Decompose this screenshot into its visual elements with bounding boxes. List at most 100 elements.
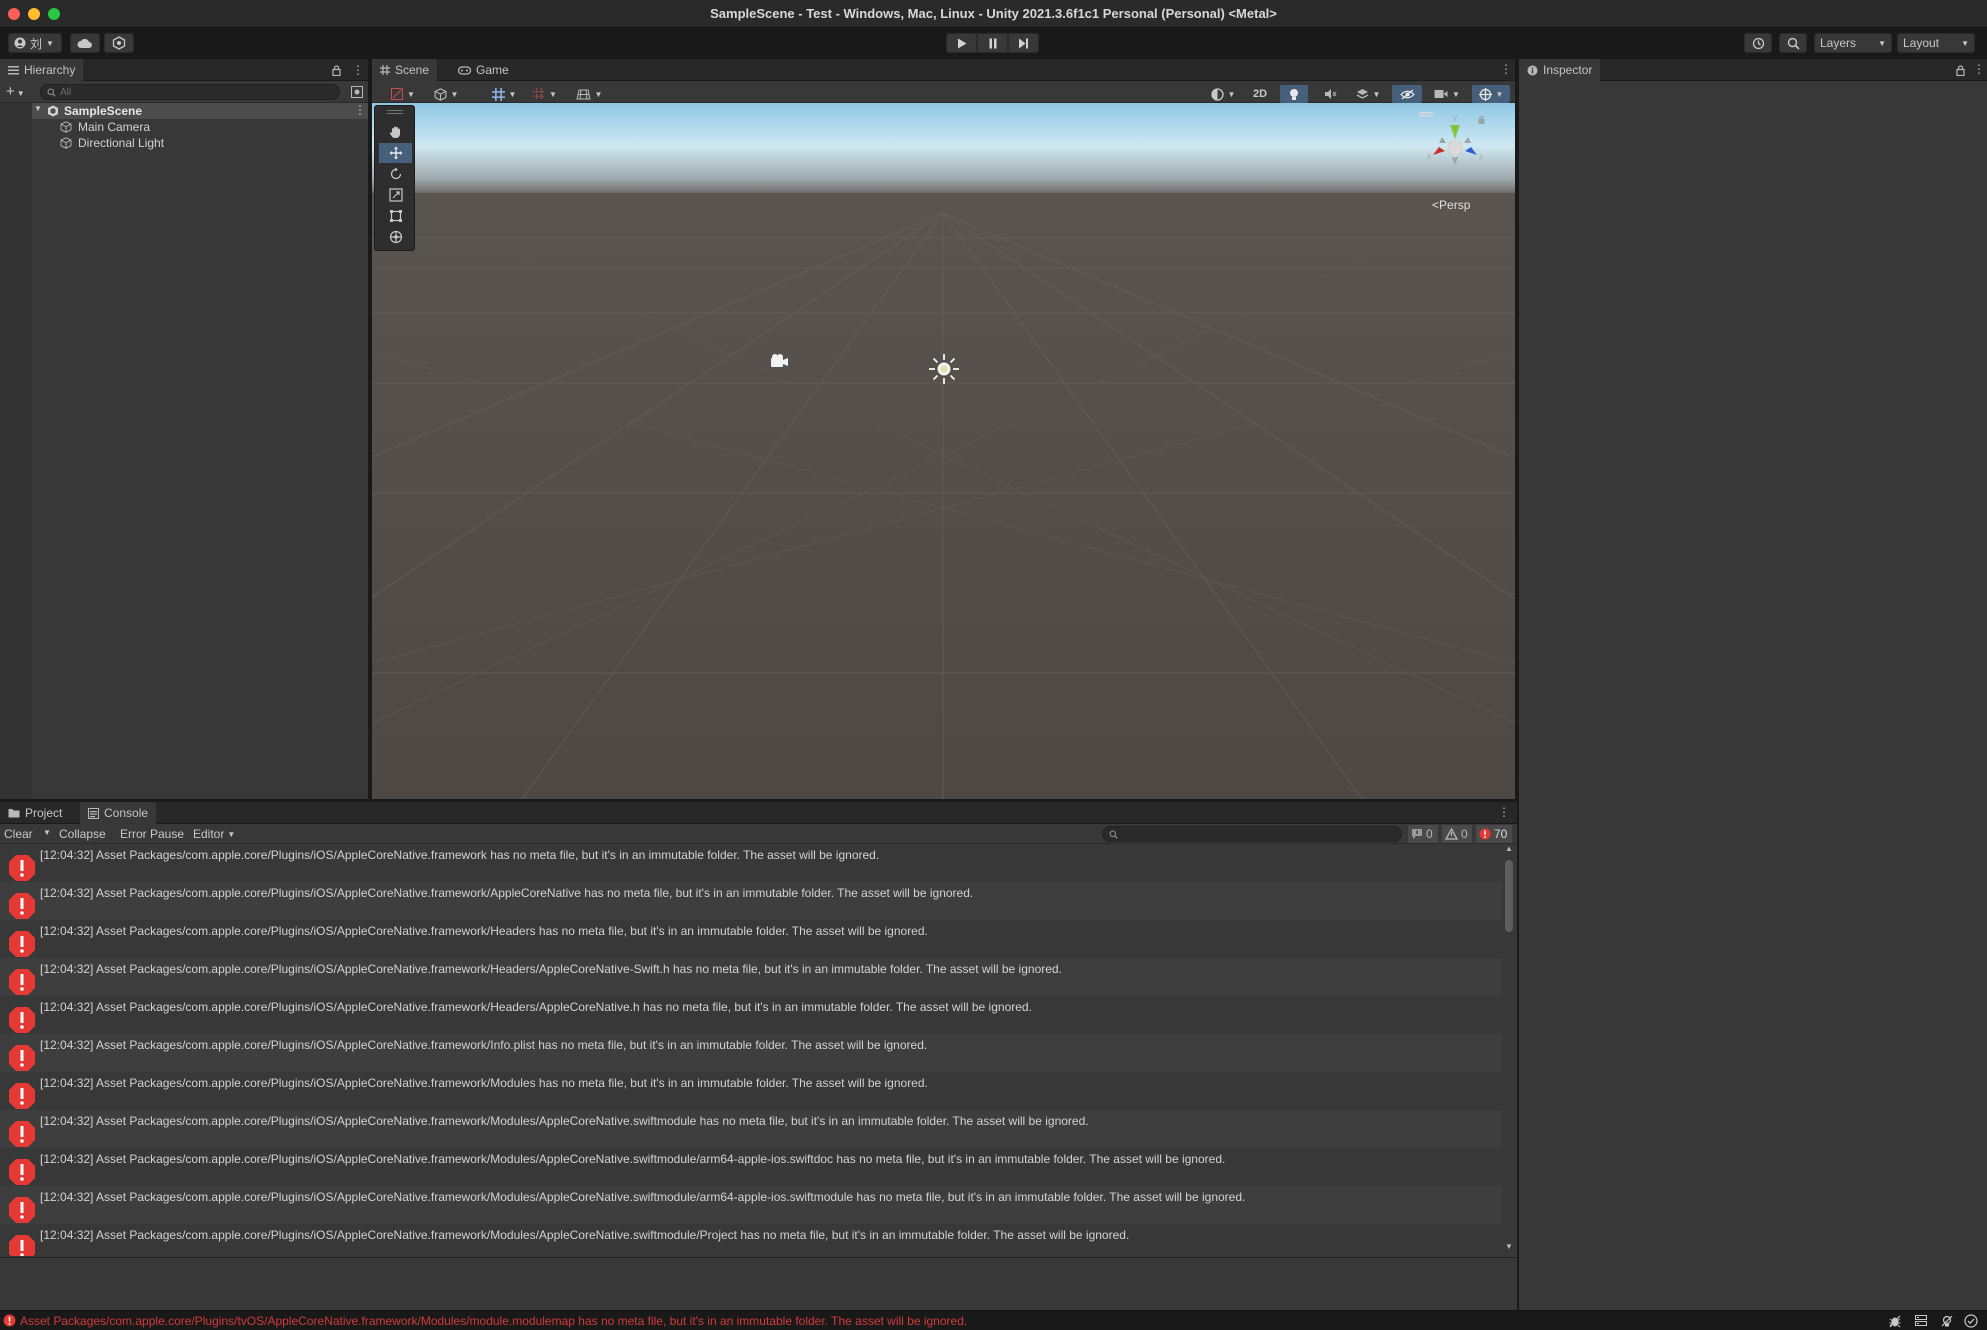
log-entry[interactable]: [12:04:32] Asset Packages/com.apple.core… bbox=[0, 920, 1502, 958]
kebab-menu-icon[interactable]: ⋮ bbox=[1500, 62, 1512, 76]
camera-dropdown[interactable]: ▼ bbox=[1430, 85, 1464, 103]
error-icon bbox=[9, 855, 35, 881]
audio-toggle[interactable] bbox=[1316, 85, 1344, 103]
render-mode-dropdown[interactable]: ▼ bbox=[430, 85, 462, 103]
tab-console[interactable]: Console bbox=[80, 802, 157, 824]
rotate-tool-button[interactable] bbox=[379, 164, 412, 184]
effects-dropdown[interactable]: ▼ bbox=[1350, 85, 1386, 103]
log-entry[interactable]: [12:04:32] Asset Packages/com.apple.core… bbox=[0, 996, 1502, 1034]
rect-tool-button[interactable] bbox=[379, 206, 412, 226]
kebab-menu-icon[interactable]: ⋮ bbox=[354, 103, 366, 117]
gizmos-dropdown[interactable]: ▼ bbox=[1472, 85, 1510, 103]
tab-label: Hierarchy bbox=[24, 63, 76, 77]
svg-text:y: y bbox=[1453, 113, 1457, 122]
info-count-toggle[interactable]: 0 bbox=[1408, 825, 1438, 843]
log-entry[interactable]: [12:04:32] Asset Packages/com.apple.core… bbox=[0, 1186, 1502, 1224]
account-dropdown[interactable]: 刘 ▼ bbox=[8, 33, 62, 53]
log-entry[interactable]: [12:04:32] Asset Packages/com.apple.core… bbox=[0, 1224, 1502, 1256]
rotate-tool-icon bbox=[390, 167, 401, 180]
hierarchy-item-main-camera[interactable]: Main Camera bbox=[32, 119, 368, 135]
search-input[interactable]: All bbox=[40, 84, 340, 100]
scroll-down-arrow-icon[interactable]: ▼ bbox=[1505, 1242, 1513, 1251]
scale-tool-button[interactable] bbox=[379, 185, 412, 205]
tab-label: Scene bbox=[395, 63, 430, 77]
log-entry[interactable]: [12:04:32] Asset Packages/com.apple.core… bbox=[0, 844, 1502, 882]
history-icon bbox=[1752, 37, 1764, 49]
kebab-menu-icon[interactable]: ⋮ bbox=[1973, 62, 1985, 76]
tab-hierarchy[interactable]: Hierarchy bbox=[0, 59, 84, 81]
draw-mode-dropdown[interactable]: ▼ bbox=[388, 85, 418, 103]
grid-visibility-dropdown[interactable]: ▼ bbox=[572, 85, 606, 103]
log-entry[interactable]: [12:04:32] Asset Packages/com.apple.core… bbox=[0, 1072, 1502, 1110]
warning-count: 0 bbox=[1461, 827, 1468, 841]
cloud-button[interactable] bbox=[70, 33, 100, 53]
auto-generate-lighting-icon[interactable] bbox=[1940, 1314, 1954, 1328]
console-log-list[interactable]: [12:04:32] Asset Packages/com.apple.core… bbox=[0, 844, 1502, 1256]
log-entry[interactable]: [12:04:32] Asset Packages/com.apple.core… bbox=[0, 1110, 1502, 1148]
step-button[interactable] bbox=[1008, 33, 1039, 53]
move-tool-button[interactable] bbox=[379, 143, 412, 163]
console-search-input[interactable] bbox=[1102, 826, 1402, 842]
tab-label: Project bbox=[25, 806, 63, 820]
warning-count-toggle[interactable]: 0 bbox=[1442, 825, 1472, 843]
log-entry[interactable]: [12:04:32] Asset Packages/com.apple.core… bbox=[0, 1034, 1502, 1072]
play-button[interactable] bbox=[946, 33, 977, 53]
tab-inspector[interactable]: Inspector bbox=[1519, 59, 1601, 81]
log-entry[interactable]: [12:04:32] Asset Packages/com.apple.core… bbox=[0, 1148, 1502, 1186]
shading-dropdown[interactable]: ▼ bbox=[1206, 85, 1240, 103]
log-entry[interactable]: [12:04:32] Asset Packages/com.apple.core… bbox=[0, 958, 1502, 996]
progress-check-icon[interactable] bbox=[1964, 1314, 1978, 1328]
history-button[interactable] bbox=[1744, 33, 1772, 53]
hand-tool-button[interactable] bbox=[379, 122, 412, 142]
transform-tool-button[interactable] bbox=[379, 227, 412, 247]
tab-game[interactable]: Game bbox=[450, 59, 517, 81]
tab-label: Inspector bbox=[1543, 63, 1593, 77]
snap-icon bbox=[533, 88, 546, 100]
error-count-toggle[interactable]: 70 bbox=[1476, 825, 1512, 843]
projection-toggle[interactable]: <Persp bbox=[1432, 198, 1470, 212]
cache-server-icon[interactable] bbox=[1914, 1314, 1928, 1328]
toggle-2d-button[interactable]: 2D bbox=[1246, 85, 1274, 103]
create-button[interactable]: + ▼ bbox=[6, 83, 25, 100]
visibility-strip[interactable] bbox=[0, 103, 32, 799]
bug-icon[interactable] bbox=[1888, 1314, 1902, 1328]
lighting-toggle[interactable] bbox=[1280, 85, 1308, 103]
clear-options-dropdown[interactable]: ▼ bbox=[43, 828, 51, 837]
hierarchy-item-directional-light[interactable]: Directional Light bbox=[32, 135, 368, 151]
log-entry[interactable]: [12:04:32] Asset Packages/com.apple.core… bbox=[0, 882, 1502, 920]
tab-scene[interactable]: Scene bbox=[372, 59, 438, 81]
log-message: [12:04:32] Asset Packages/com.apple.core… bbox=[40, 962, 1062, 976]
tab-project[interactable]: Project bbox=[0, 802, 70, 824]
console-scrollbar[interactable]: ▲ ▼ bbox=[1502, 844, 1517, 1256]
editor-dropdown[interactable]: Editor ▼ bbox=[193, 827, 235, 841]
camera-gizmo-icon[interactable] bbox=[769, 353, 789, 369]
scene-orientation-gizmo[interactable]: y x z bbox=[1417, 109, 1507, 189]
scale-tool-icon bbox=[388, 188, 403, 202]
layout-dropdown[interactable]: Layout ▼ bbox=[1897, 33, 1975, 53]
hierarchy-scene-row[interactable]: ▼ SampleScene ⋮ bbox=[32, 103, 368, 119]
tool-palette-handle[interactable] bbox=[387, 110, 403, 114]
collapse-toggle[interactable]: Collapse bbox=[59, 827, 106, 841]
layers-dropdown[interactable]: Layers ▼ bbox=[1814, 33, 1892, 53]
error-pause-toggle[interactable]: Error Pause bbox=[120, 827, 184, 841]
expand-arrow-icon[interactable]: ▼ bbox=[34, 104, 42, 113]
lock-icon[interactable] bbox=[1956, 65, 1965, 76]
status-message[interactable]: Asset Packages/com.apple.core/Plugins/tv… bbox=[20, 1314, 967, 1328]
scroll-up-arrow-icon[interactable]: ▲ bbox=[1505, 844, 1513, 853]
pause-button[interactable] bbox=[977, 33, 1008, 53]
snap-increment-dropdown[interactable]: ▼ bbox=[530, 85, 560, 103]
kebab-menu-icon[interactable]: ⋮ bbox=[1498, 805, 1510, 819]
search-button[interactable] bbox=[1779, 33, 1807, 53]
hidden-objects-toggle[interactable] bbox=[1392, 85, 1422, 103]
gamepad-icon bbox=[458, 65, 471, 75]
lock-icon[interactable] bbox=[332, 65, 341, 76]
clear-button[interactable]: Clear bbox=[4, 827, 33, 841]
scene-visibility-icon[interactable] bbox=[351, 86, 363, 98]
light-gizmo-icon[interactable] bbox=[928, 353, 960, 385]
grid-snap-dropdown[interactable]: ▼ bbox=[488, 85, 520, 103]
scrollbar-thumb[interactable] bbox=[1505, 860, 1513, 932]
hand-tool-icon bbox=[389, 126, 400, 139]
collab-button[interactable] bbox=[104, 33, 134, 53]
scene-viewport[interactable]: y x z <Persp bbox=[372, 103, 1515, 799]
kebab-menu-icon[interactable]: ⋮ bbox=[352, 63, 364, 77]
